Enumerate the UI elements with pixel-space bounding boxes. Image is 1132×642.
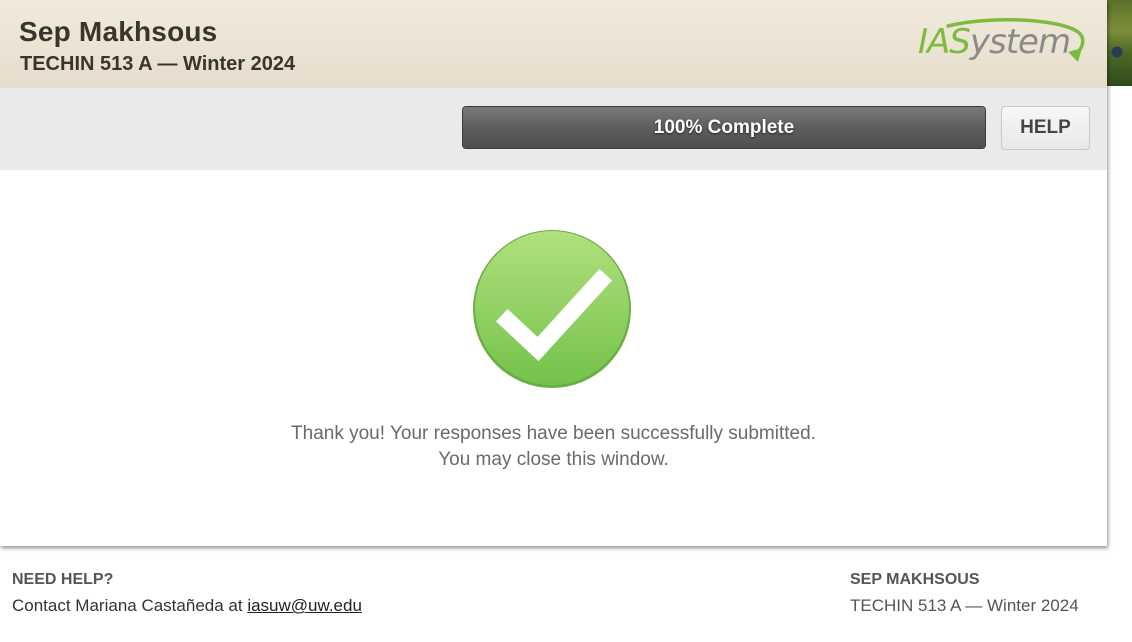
header: Sep Makhsous TECHIN 513 A — Winter 2024 … — [0, 0, 1107, 88]
footer-person-name: SEP MAKHSOUS — [850, 571, 980, 588]
close-window-message: You may close this window. — [438, 449, 669, 470]
success-message: Thank you! Your responses have been succ… — [291, 423, 816, 444]
progress-label: 100% Complete — [653, 116, 795, 138]
checkmark-circle-icon — [473, 230, 631, 388]
person-name: Sep Makhsous — [19, 16, 218, 47]
contact-email-link[interactable]: iasuw@uw.edu — [247, 596, 362, 615]
course-name: TECHIN 513 A — Winter 2024 — [20, 53, 296, 75]
background-photo — [1107, 0, 1132, 86]
iasystem-logo: IASystem — [918, 18, 1088, 70]
footer-course-name: TECHIN 513 A — Winter 2024 — [850, 596, 1079, 615]
progress-bar: 100% Complete — [462, 106, 986, 149]
help-button[interactable]: HELP — [1001, 106, 1090, 150]
contact-text: Contact Mariana Castañeda at — [12, 596, 248, 615]
contact-line: Contact Mariana Castañeda at iasuw@uw.ed… — [12, 596, 362, 616]
evaluation-card: Sep Makhsous TECHIN 513 A — Winter 2024 … — [0, 0, 1107, 546]
need-help-heading: NEED HELP? — [12, 571, 114, 588]
swoosh-arrow-icon — [946, 18, 1085, 62]
